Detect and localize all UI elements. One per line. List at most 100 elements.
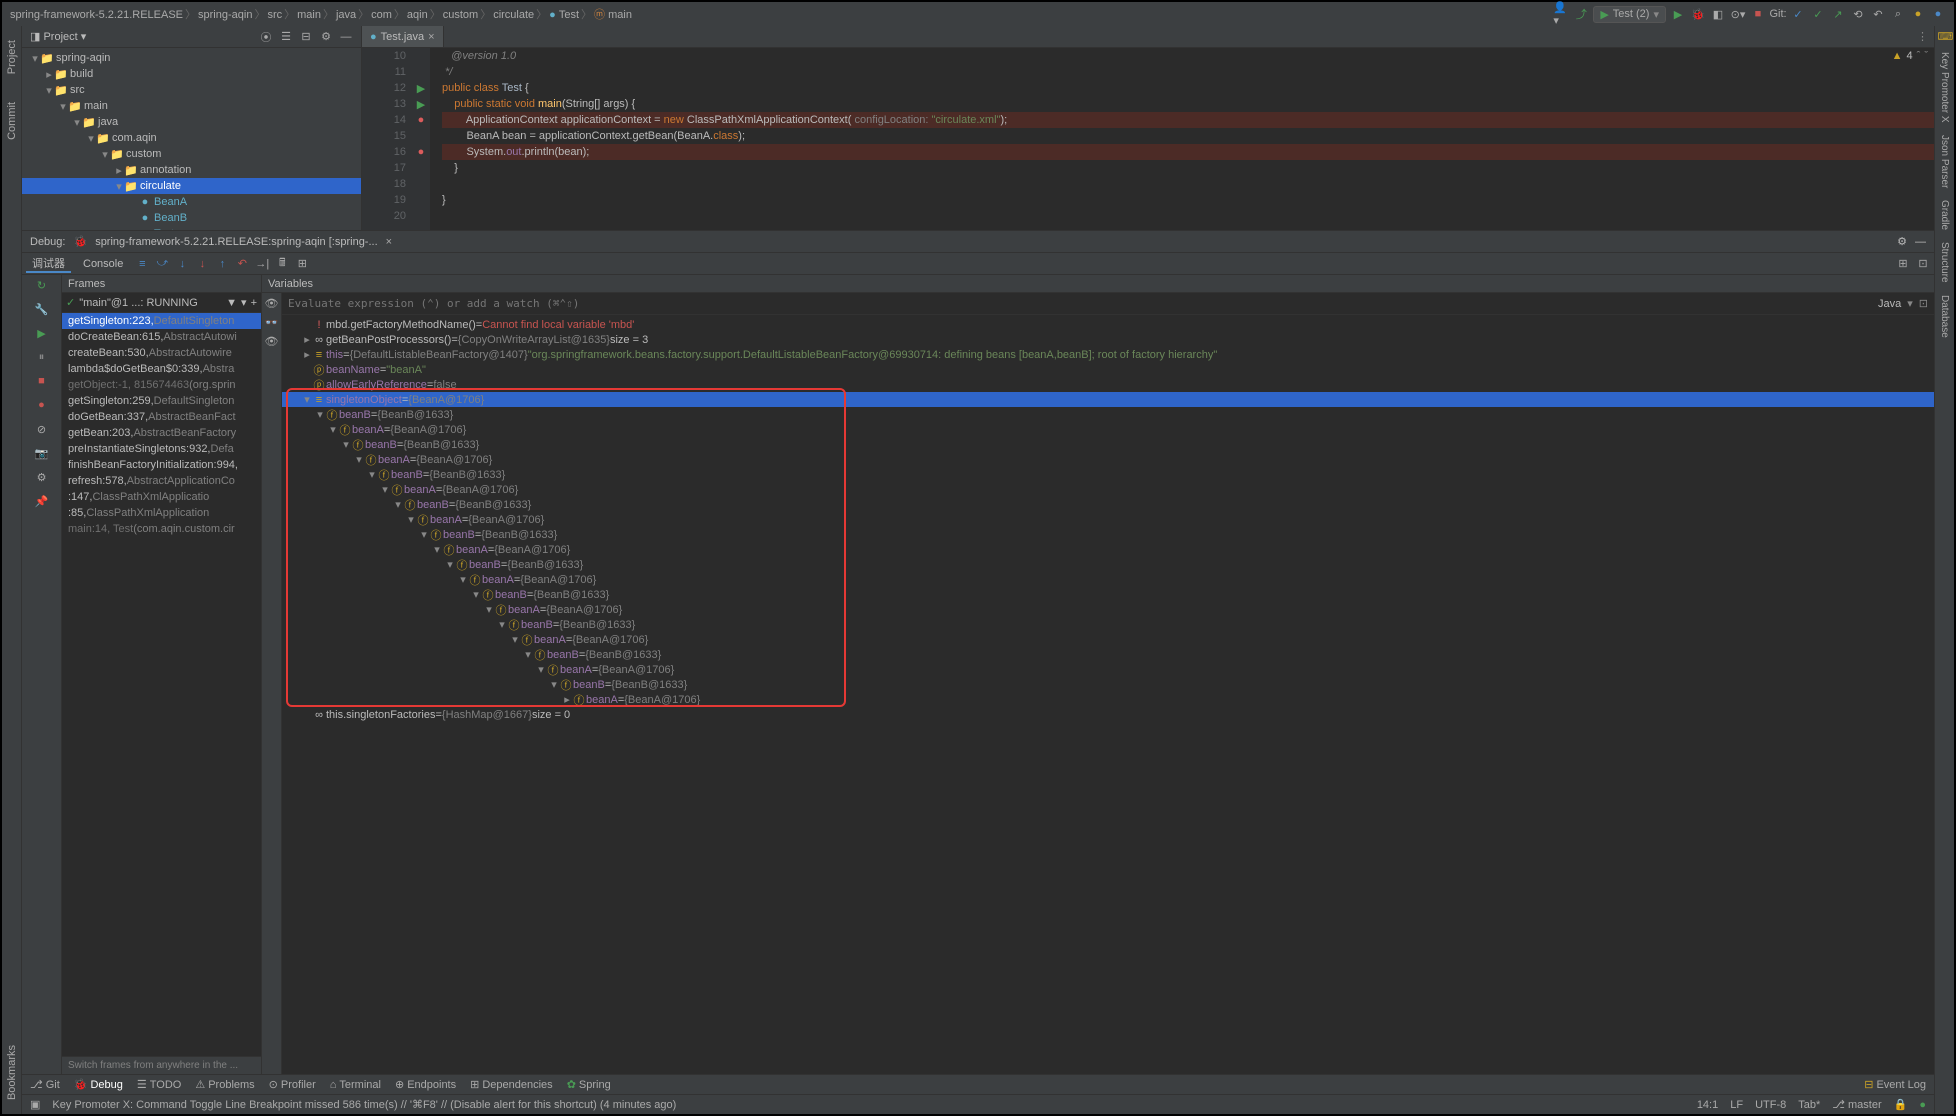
breadcrumb-segment[interactable]: spring-framework-5.2.21.RELEASE	[10, 9, 183, 21]
tree-row[interactable]: ●BeanB	[22, 210, 361, 226]
bt-profiler[interactable]: ⊙Profiler	[269, 1078, 316, 1091]
coverage-icon[interactable]: ◧	[1710, 8, 1726, 21]
trace-icon[interactable]: ⊞	[295, 257, 309, 270]
tree-row[interactable]: ▾📁circulate	[22, 178, 361, 194]
var-row[interactable]: ▸≡ this = {DefaultListableBeanFactory@14…	[282, 347, 1934, 362]
var-row[interactable]: ! mbd.getFactoryMethodName() = Cannot fi…	[282, 317, 1934, 332]
status-tab[interactable]: Tab*	[1798, 1099, 1820, 1111]
user-icon[interactable]: 👤▾	[1553, 1, 1569, 27]
code-area[interactable]: @version 1.0 */public class Test { publi…	[430, 48, 1934, 230]
eval-history-icon[interactable]: ⊡	[1919, 297, 1928, 310]
tab-console[interactable]: Console	[77, 258, 129, 270]
git-history-icon[interactable]: ⟲	[1850, 8, 1866, 21]
tree-row[interactable]: ▾📁src	[22, 82, 361, 98]
step-out-icon[interactable]: ↑	[215, 258, 229, 270]
thread-selector[interactable]: ✓ "main"@1 ...: RUNNING ▼ ▾ +	[62, 293, 261, 313]
var-row[interactable]: ▾ⓕ beanA = {BeanA@1706}	[282, 452, 1934, 467]
git-commit-icon[interactable]: ✓	[1810, 8, 1826, 21]
gutter-jsonparser[interactable]: Json Parser	[1939, 131, 1950, 192]
add-frame-icon[interactable]: +	[251, 297, 257, 309]
bt-todo[interactable]: ☰TODO	[137, 1078, 181, 1091]
watch-glasses-icon[interactable]: 👓	[265, 316, 279, 329]
gutter-bookmarks[interactable]: Bookmarks	[6, 1041, 18, 1104]
frame-row[interactable]: lambda$doGetBean$0:339, Abstra	[62, 361, 261, 377]
debug-settings-icon[interactable]: ⚙	[1897, 235, 1907, 248]
close-tab-icon[interactable]: ×	[428, 31, 434, 43]
evaluate-input[interactable]	[288, 297, 1872, 310]
tree-row[interactable]: ▾📁com.aqin	[22, 130, 361, 146]
breadcrumb-segment[interactable]: com	[371, 9, 392, 21]
status-pos[interactable]: 14:1	[1697, 1099, 1718, 1111]
var-row[interactable]: ▾ⓕ beanA = {BeanA@1706}	[282, 572, 1934, 587]
pin-icon[interactable]: 📌	[34, 495, 50, 511]
breadcrumb-segment[interactable]: aqin	[407, 9, 428, 21]
run-to-cursor-icon[interactable]: →|	[255, 258, 269, 270]
git-push-icon[interactable]: ↗	[1830, 8, 1846, 21]
bt-eventlog[interactable]: ⊟Event Log	[1864, 1078, 1926, 1091]
resume-icon[interactable]: ▶	[34, 327, 50, 343]
remove-watch-icon[interactable]: 👁	[265, 335, 279, 348]
new-watch-icon[interactable]: 👁	[265, 297, 279, 310]
frame-row[interactable]: :147, ClassPathXmlApplicatio	[62, 489, 261, 505]
bt-dependencies[interactable]: ⊞Dependencies	[470, 1078, 553, 1091]
build-icon[interactable]: ⤴	[1573, 6, 1589, 22]
frame-row[interactable]: createBean:530, AbstractAutowire	[62, 345, 261, 361]
tree-row[interactable]: ▾📁main	[22, 98, 361, 114]
git-update-icon[interactable]: ✓	[1790, 8, 1806, 21]
breadcrumb-segment[interactable]: ⓜ main	[594, 9, 632, 21]
var-row[interactable]: ▾≡ singletonObject = {BeanA@1706}	[282, 392, 1934, 407]
gutter-project[interactable]: Project	[6, 36, 18, 78]
pause-icon[interactable]: ⏸	[34, 351, 50, 367]
var-row[interactable]: ▾ⓕ beanB = {BeanB@1633}	[282, 407, 1934, 422]
tree-row[interactable]: ▾📁spring-aqin	[22, 50, 361, 66]
frame-row[interactable]: finishBeanFactoryInitialization:994,	[62, 457, 261, 473]
tree-row[interactable]: ▸📁annotation	[22, 162, 361, 178]
frames-list[interactable]: getSingleton:223, DefaultSingletondoCrea…	[62, 313, 261, 1056]
stop-debug-icon[interactable]: ■	[34, 375, 50, 391]
run-icon[interactable]: ▶	[1670, 8, 1686, 21]
tree-row[interactable]: ▸📁build	[22, 66, 361, 82]
status-tool-icon[interactable]: ▣	[30, 1098, 40, 1111]
dropdown-icon[interactable]: ▾	[241, 296, 247, 309]
gutter-structure[interactable]: Structure	[1939, 238, 1950, 287]
breadcrumb-segment[interactable]: main	[297, 9, 321, 21]
var-row[interactable]: ▾ⓕ beanA = {BeanA@1706}	[282, 632, 1934, 647]
var-row[interactable]: ⓟ beanName = "beanA"	[282, 362, 1934, 377]
tree-row[interactable]: ▾📁java	[22, 114, 361, 130]
view-breakpoints-icon[interactable]: ●	[34, 399, 50, 415]
breadcrumb-segment[interactable]: java	[336, 9, 356, 21]
var-row[interactable]: ▸∞ getBeanPostProcessors() = {CopyOnWrit…	[282, 332, 1934, 347]
settings-icon[interactable]: ⚙	[319, 30, 333, 43]
tree-row[interactable]: ▾📁custom	[22, 146, 361, 162]
step-config-icon[interactable]: ≡	[135, 258, 149, 270]
frame-row[interactable]: getObject:-1, 815674463 (org.sprin	[62, 377, 261, 393]
breadcrumb-segment[interactable]: src	[267, 9, 282, 21]
mute-breakpoints-icon[interactable]: ⊘	[34, 423, 50, 439]
collapse-icon[interactable]: ⊟	[299, 30, 313, 43]
bt-endpoints[interactable]: ⊕Endpoints	[395, 1078, 456, 1091]
var-row[interactable]: ▾ⓕ beanB = {BeanB@1633}	[282, 467, 1934, 482]
var-row[interactable]: ▾ⓕ beanA = {BeanA@1706}	[282, 512, 1934, 527]
modify-run-icon[interactable]: 🔧	[34, 303, 50, 319]
bt-git[interactable]: ⎇Git	[30, 1078, 60, 1091]
expand-icon[interactable]: ☰	[279, 30, 293, 43]
breadcrumb-segment[interactable]: custom	[443, 9, 478, 21]
filter-icon[interactable]: ▼	[226, 297, 237, 309]
debug-hide-icon[interactable]: —	[1915, 236, 1926, 248]
var-row[interactable]: ▾ⓕ beanB = {BeanB@1633}	[282, 557, 1934, 572]
var-row[interactable]: ▾ⓕ beanB = {BeanB@1633}	[282, 677, 1934, 692]
bt-problems[interactable]: ⚠Problems	[195, 1078, 254, 1091]
var-row[interactable]: ▾ⓕ beanB = {BeanB@1633}	[282, 437, 1934, 452]
rerun-icon[interactable]: ↻	[34, 279, 50, 295]
debug-config-name[interactable]: spring-framework-5.2.21.RELEASE:spring-a…	[95, 236, 377, 248]
key-promoter-icon[interactable]: ⌨	[1938, 30, 1952, 44]
restore-icon[interactable]: ⊡	[1916, 257, 1930, 270]
debug-icon[interactable]: 🐞	[1690, 8, 1706, 21]
breadcrumb-segment[interactable]: ● Test	[549, 9, 579, 21]
stop-icon[interactable]: ■	[1750, 8, 1766, 20]
frame-row[interactable]: preInstantiateSingletons:932, Defa	[62, 441, 261, 457]
var-row[interactable]: ▾ⓕ beanB = {BeanB@1633}	[282, 587, 1934, 602]
inspection-down-icon[interactable]: ˇ	[1924, 50, 1928, 62]
drop-frame-icon[interactable]: ↶	[235, 257, 249, 270]
close-debug-icon[interactable]: ×	[386, 236, 392, 248]
